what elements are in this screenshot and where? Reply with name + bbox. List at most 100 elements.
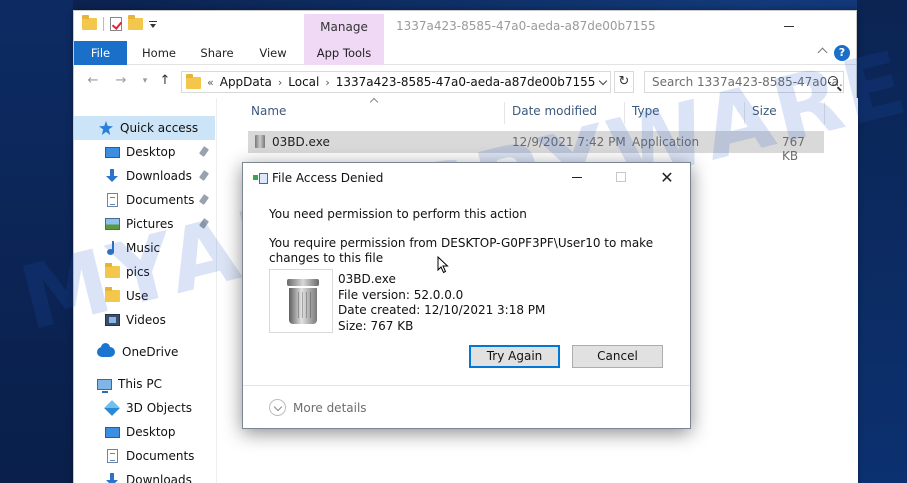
chevron-down-icon bbox=[269, 399, 286, 416]
sidebar-item-pc-downloads[interactable]: Downloads bbox=[74, 468, 215, 483]
sidebar-item-3d-objects[interactable]: 3D Objects bbox=[74, 396, 215, 420]
up-icon[interactable]: ↑ bbox=[158, 74, 172, 88]
more-details-toggle[interactable]: More details bbox=[269, 399, 367, 416]
recycle-bin-lid bbox=[287, 279, 319, 286]
pin-icon bbox=[198, 146, 210, 157]
cube-icon bbox=[104, 400, 120, 416]
application-icon bbox=[255, 135, 265, 148]
column-header-name[interactable]: Name bbox=[251, 104, 286, 118]
properties-icon[interactable] bbox=[110, 17, 122, 31]
column-divider[interactable] bbox=[824, 102, 825, 124]
column-header-date-modified[interactable]: Date modified bbox=[512, 104, 597, 118]
column-header-size[interactable]: Size bbox=[752, 104, 777, 118]
file-thumbnail bbox=[269, 269, 333, 333]
column-divider[interactable] bbox=[744, 102, 745, 124]
more-details-label: More details bbox=[293, 400, 367, 415]
sidebar-item-onedrive[interactable]: OneDrive bbox=[74, 340, 215, 364]
sidebar-item-downloads[interactable]: Downloads bbox=[74, 164, 215, 188]
minimize-icon bbox=[572, 176, 582, 178]
sidebar-item-this-pc[interactable]: This PC bbox=[74, 372, 215, 396]
help-icon[interactable]: ? bbox=[834, 45, 850, 61]
chevron-right-icon[interactable]: › bbox=[278, 76, 282, 89]
tab-home[interactable]: Home bbox=[134, 41, 184, 65]
sidebar-item-pc-documents[interactable]: Documents bbox=[74, 444, 215, 468]
new-folder-icon[interactable] bbox=[128, 15, 143, 30]
file-info-name: 03BD.exe bbox=[338, 272, 396, 286]
sidebar-item-label: This PC bbox=[118, 377, 162, 391]
breadcrumb-overflow[interactable]: « bbox=[207, 76, 214, 89]
dialog-heading: You need permission to perform this acti… bbox=[269, 207, 527, 221]
document-icon bbox=[106, 193, 118, 207]
sidebar-item-label: Pictures bbox=[126, 217, 174, 231]
dialog-close-button[interactable]: ✕ bbox=[644, 163, 690, 191]
file-date-modified: 12/9/2021 7:42 PM bbox=[512, 135, 626, 149]
sidebar-item-quick-access[interactable]: Quick access bbox=[74, 116, 215, 140]
manage-context-tab[interactable]: Manage bbox=[304, 14, 384, 41]
music-icon-wrap bbox=[104, 240, 120, 256]
sidebar-item-label: 3D Objects bbox=[126, 401, 193, 415]
file-size: 767 KB bbox=[782, 135, 805, 163]
computer-icon bbox=[96, 378, 112, 393]
download-icon-wrap bbox=[104, 168, 120, 184]
sidebar-item-pc-desktop[interactable]: Desktop bbox=[74, 420, 215, 444]
tab-share[interactable]: Share bbox=[192, 41, 242, 65]
file-info-created: Date created: 12/10/2021 3:18 PM bbox=[338, 303, 546, 317]
back-icon[interactable]: ← bbox=[86, 74, 100, 88]
sidebar-item-desktop[interactable]: Desktop bbox=[74, 140, 215, 164]
dialog-message: You require permission from DESKTOP-G0PF… bbox=[269, 236, 654, 265]
sidebar-item-videos[interactable]: Videos bbox=[74, 308, 215, 332]
star-icon-wrap bbox=[98, 120, 114, 136]
vertical-scrollbar[interactable] bbox=[846, 98, 858, 483]
cancel-button[interactable]: Cancel bbox=[572, 345, 663, 368]
desktop-background-right bbox=[857, 0, 907, 483]
search-input[interactable]: Search 1337a423-8585-47a0-a... bbox=[644, 71, 844, 93]
customize-toolbar-icon[interactable] bbox=[149, 19, 157, 29]
column-divider[interactable] bbox=[504, 102, 505, 124]
collapse-ribbon-icon[interactable] bbox=[817, 47, 828, 58]
sidebar-item-pictures[interactable]: Pictures bbox=[74, 212, 215, 236]
sidebar-item-documents[interactable]: Documents bbox=[74, 188, 215, 212]
pin-icon bbox=[198, 170, 210, 181]
column-divider[interactable] bbox=[624, 102, 625, 124]
file-info-version: File version: 52.0.0.0 bbox=[338, 287, 464, 302]
dialog-minimize-button[interactable] bbox=[554, 163, 600, 191]
sidebar-item-use[interactable]: Use bbox=[74, 284, 215, 308]
sidebar-item-label: Documents bbox=[126, 193, 195, 207]
close-icon: ✕ bbox=[660, 167, 674, 187]
breadcrumb-local[interactable]: Local bbox=[288, 75, 319, 89]
breadcrumb-appdata[interactable]: AppData bbox=[220, 75, 272, 89]
table-row[interactable]: 03BD.exe 12/9/2021 7:42 PM Application 7… bbox=[248, 131, 824, 163]
column-header-type[interactable]: Type bbox=[632, 104, 660, 118]
address-bar[interactable]: « AppData › Local › 1337a423-8585-47a0-a… bbox=[181, 71, 611, 93]
sidebar-item-music[interactable]: Music bbox=[74, 236, 215, 260]
dialog-divider bbox=[243, 385, 690, 386]
cloud-icon-wrap bbox=[96, 343, 116, 360]
sidebar-item-label: pics bbox=[126, 265, 150, 279]
chevron-right-icon[interactable]: › bbox=[325, 76, 329, 89]
chevron-down-icon[interactable] bbox=[598, 76, 608, 86]
tab-app-tools[interactable]: App Tools bbox=[304, 41, 384, 65]
maximize-icon bbox=[616, 172, 626, 182]
breadcrumb-current-folder[interactable]: 1337a423-8585-47a0-aeda-a87de00b7155 bbox=[336, 75, 596, 89]
refresh-icon[interactable]: ↻ bbox=[614, 71, 634, 93]
file-details: 03BD.exe File version: 52.0.0.0 Date cre… bbox=[338, 272, 545, 334]
mouse-pointer-icon bbox=[437, 256, 449, 274]
tab-view[interactable]: View bbox=[248, 41, 298, 65]
window-title: 1337a423-8585-47a0-aeda-a87de00b7155 bbox=[396, 19, 656, 33]
navigation-bar: ← → ▾ ↑ « AppData › Local › 1337a423-858… bbox=[74, 66, 856, 98]
tab-file[interactable]: File bbox=[74, 41, 127, 65]
desktop-icon-wrap bbox=[104, 144, 120, 160]
quick-access-toolbar bbox=[82, 15, 157, 31]
folder-icon-wrap bbox=[104, 287, 120, 304]
forward-icon[interactable]: → bbox=[114, 74, 128, 88]
try-again-button[interactable]: Try Again bbox=[469, 345, 560, 368]
document-icon-wrap bbox=[104, 448, 120, 464]
recent-locations-icon[interactable]: ▾ bbox=[138, 74, 152, 88]
desktop-icon bbox=[104, 146, 120, 158]
cloud-icon bbox=[97, 343, 115, 357]
sidebar-item-label: Music bbox=[126, 241, 161, 255]
pin-icon bbox=[198, 218, 210, 229]
sidebar-item-pics[interactable]: pics bbox=[74, 260, 215, 284]
dialog-maximize-button bbox=[598, 163, 644, 191]
search-placeholder: Search 1337a423-8585-47a0-a... bbox=[652, 75, 844, 89]
